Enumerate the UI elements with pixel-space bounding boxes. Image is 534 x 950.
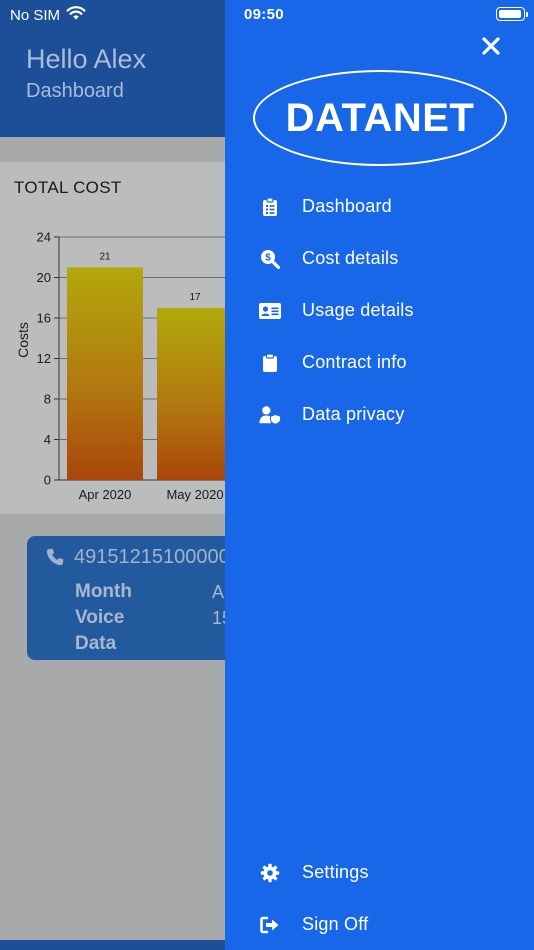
menu-item-dashboard[interactable]: Dashboard xyxy=(225,185,534,229)
y-tick-label: 12 xyxy=(37,351,51,366)
menu-label-dashboard: Dashboard xyxy=(302,196,392,216)
y-tick-label: 24 xyxy=(37,230,51,245)
greeting-title: Hello Alex xyxy=(26,44,147,74)
phone-icon xyxy=(46,548,64,571)
menu-item-usage-details[interactable]: Usage details xyxy=(225,289,534,333)
menu-item-sign-off[interactable]: Sign Off xyxy=(225,903,534,947)
x-tick-label: Apr 2020 xyxy=(79,487,132,502)
datanet-logo: DATANET xyxy=(253,70,507,166)
svg-text:$: $ xyxy=(265,253,271,264)
search-dollar-icon: $ xyxy=(259,248,281,270)
y-tick-label: 16 xyxy=(37,311,51,326)
menu-item-settings[interactable]: Settings xyxy=(225,851,534,895)
voice-label: Voice xyxy=(75,607,125,628)
bar-value-label: 17 xyxy=(189,292,201,303)
y-tick-label: 8 xyxy=(44,392,51,407)
phone-number: 491512151000000 xyxy=(74,546,241,568)
chart-title: TOTAL COST xyxy=(14,178,122,197)
month-label: Month xyxy=(75,581,132,602)
clipboard-list-icon xyxy=(259,196,281,218)
status-time: 09:50 xyxy=(244,6,284,23)
menu-label-settings: Settings xyxy=(302,862,369,882)
bar[interactable] xyxy=(67,267,143,480)
logo-text: DATANET xyxy=(285,95,475,140)
y-axis-label: Costs xyxy=(15,322,31,358)
menu-label-contract-info: Contract info xyxy=(302,352,407,372)
id-card-icon xyxy=(259,300,281,322)
x-tick-label: May 2020 xyxy=(166,487,223,502)
user-shield-icon xyxy=(259,404,281,426)
bar[interactable] xyxy=(157,307,233,480)
menu-label-cost-details: Cost details xyxy=(302,248,399,268)
status-bar-left: No SIM xyxy=(10,6,86,24)
menu-item-data-privacy[interactable]: Data privacy xyxy=(225,393,534,437)
battery-icon xyxy=(496,7,528,21)
clipboard-icon xyxy=(259,352,281,374)
menu-item-cost-details[interactable]: $ Cost details xyxy=(225,237,534,281)
menu-label-data-privacy: Data privacy xyxy=(302,404,405,424)
page-subtitle: Dashboard xyxy=(26,80,124,102)
gear-icon xyxy=(259,862,281,884)
close-icon[interactable] xyxy=(477,32,505,60)
y-tick-label: 0 xyxy=(44,473,51,488)
wifi-icon xyxy=(66,6,86,24)
sign-out-icon xyxy=(259,914,281,936)
data-label: Data xyxy=(75,633,117,654)
y-tick-label: 4 xyxy=(44,432,51,447)
menu-label-usage-details: Usage details xyxy=(302,300,414,320)
menu-label-sign-off: Sign Off xyxy=(302,914,369,934)
navigation-drawer: 09:50 DATANET Dashboard $ Cost details U… xyxy=(225,0,534,950)
y-tick-label: 20 xyxy=(37,270,51,285)
menu-item-contract-info[interactable]: Contract info xyxy=(225,341,534,385)
carrier-label: No SIM xyxy=(10,6,61,24)
bar-value-label: 21 xyxy=(99,251,111,262)
